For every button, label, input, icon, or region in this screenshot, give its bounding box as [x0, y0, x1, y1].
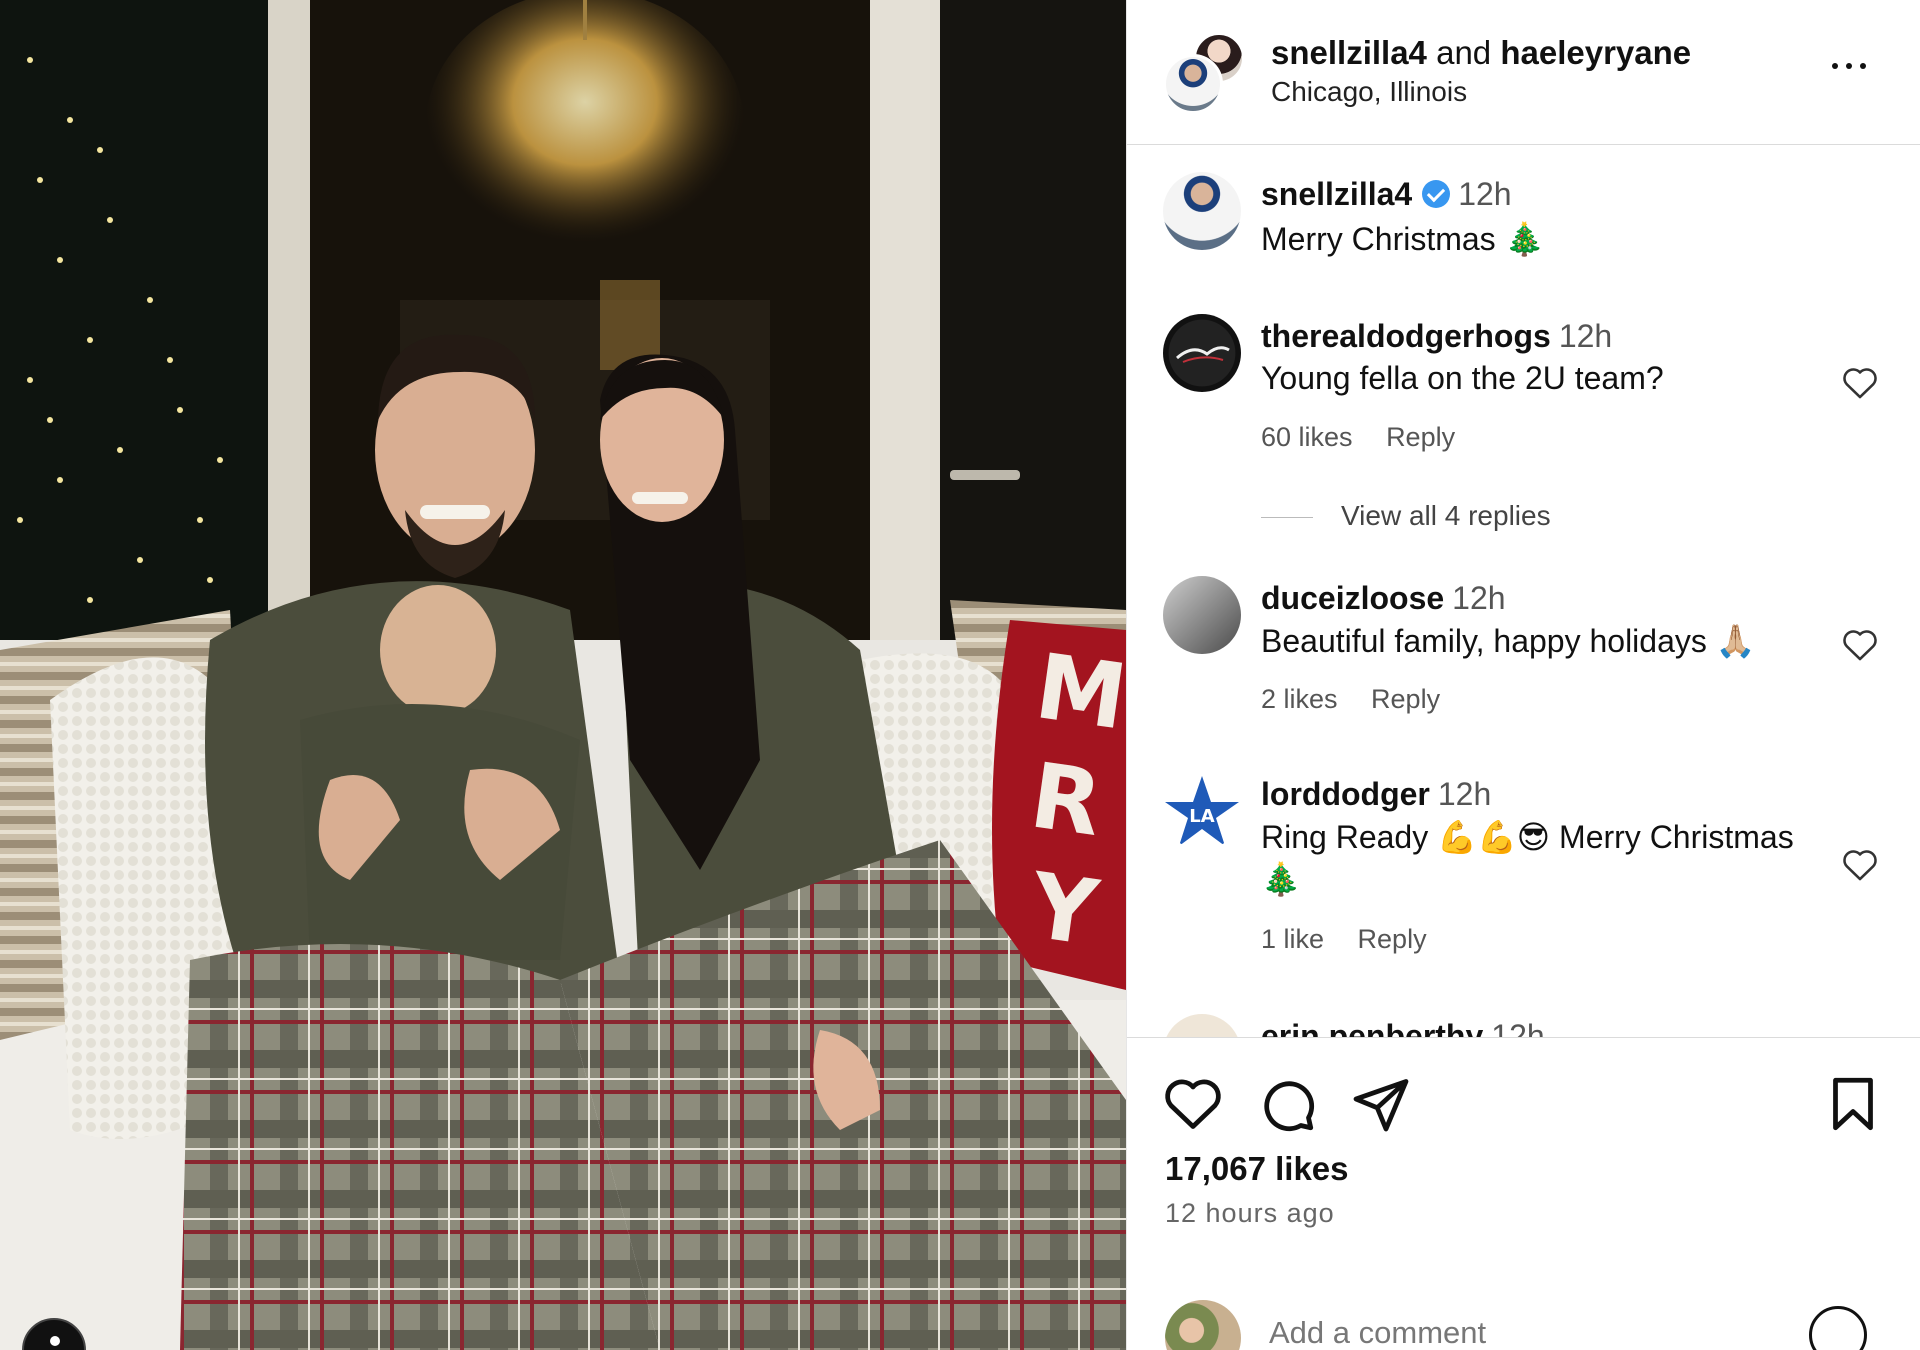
- avatar[interactable]: LA: [1163, 772, 1241, 850]
- post-actions: 17,067 likes 12 hours ago: [1127, 1040, 1920, 1350]
- more-options-icon[interactable]: [1827, 56, 1871, 76]
- comment-username[interactable]: erin.penberthy 12h: [1261, 1018, 1545, 1038]
- comment-username[interactable]: snellzilla4 12h: [1261, 176, 1512, 213]
- la-star-logo-icon: LA: [1165, 776, 1239, 846]
- add-comment-input[interactable]: [1269, 1308, 1709, 1350]
- comment-username[interactable]: duceizloose 12h: [1261, 580, 1506, 617]
- add-comment-row: [1127, 1296, 1920, 1350]
- collab-avatars[interactable]: [1163, 32, 1245, 114]
- avatar[interactable]: [1163, 1014, 1241, 1037]
- comment-likes[interactable]: 2 likes: [1261, 684, 1338, 714]
- comment-username[interactable]: lorddodger 12h: [1261, 776, 1491, 813]
- owners-connector: and: [1436, 34, 1492, 71]
- comment-time: 12h: [1558, 318, 1613, 354]
- svg-text:R: R: [1024, 743, 1107, 857]
- verified-badge-icon: [1422, 179, 1451, 208]
- comment-time: 12h: [1491, 1018, 1545, 1038]
- comment-username[interactable]: therealdodgerhogs 12h: [1261, 318, 1612, 355]
- comment-meta: 2 likes Reply: [1261, 684, 1466, 715]
- avatar[interactable]: [1163, 314, 1241, 392]
- save-bookmark-icon[interactable]: [1823, 1074, 1883, 1134]
- post-sidebar: snellzilla4 and haeleyryane Chicago, Ill…: [1126, 0, 1920, 1350]
- comment-time: 12h: [1452, 580, 1506, 616]
- comment-time: 12h: [1458, 176, 1512, 212]
- owner-username-1[interactable]: snellzilla4: [1271, 34, 1427, 71]
- svg-text:M: M: [1029, 634, 1126, 750]
- post-location[interactable]: Chicago, Illinois: [1271, 76, 1467, 108]
- post-photo[interactable]: M R Y: [0, 0, 1126, 1350]
- view-replies-button[interactable]: View all 4 replies: [1261, 500, 1551, 532]
- share-send-icon[interactable]: [1351, 1074, 1411, 1134]
- avatar: [1165, 1300, 1241, 1350]
- post-header: snellzilla4 and haeleyryane Chicago, Ill…: [1127, 0, 1920, 145]
- comment-time: 12h: [1437, 776, 1492, 812]
- reply-button[interactable]: Reply: [1358, 924, 1427, 954]
- comment-meta: 60 likes Reply: [1261, 422, 1481, 453]
- owner-username-2[interactable]: haeleyryane: [1500, 34, 1691, 71]
- comment-text: Ring Ready 💪💪😎 Merry Christmas: [1261, 819, 1794, 855]
- family-photo-illustration: M R Y: [0, 0, 1126, 1350]
- comment-text-continued: 🎄: [1261, 861, 1301, 897]
- like-heart-icon[interactable]: [1163, 1074, 1223, 1134]
- comment-likes[interactable]: 60 likes: [1261, 422, 1353, 452]
- like-comment-heart-icon[interactable]: [1841, 846, 1879, 882]
- dodger-logo-icon: [1176, 346, 1230, 363]
- caption-text: Merry Christmas 🎄: [1261, 221, 1545, 257]
- post-owners: snellzilla4 and haeleyryane: [1271, 34, 1691, 72]
- comments-list[interactable]: snellzilla4 12h Merry Christmas 🎄 thereal…: [1127, 146, 1920, 1038]
- like-comment-heart-icon[interactable]: [1841, 364, 1879, 400]
- avatar[interactable]: [1163, 172, 1241, 250]
- avatar[interactable]: [1163, 576, 1241, 654]
- post-timestamp: 12 hours ago: [1165, 1198, 1335, 1228]
- comment-likes[interactable]: 1 like: [1261, 924, 1324, 954]
- reply-button[interactable]: Reply: [1371, 684, 1440, 714]
- reply-button[interactable]: Reply: [1386, 422, 1455, 452]
- avatar: [1163, 54, 1223, 114]
- like-comment-heart-icon[interactable]: [1841, 626, 1879, 662]
- emoji-picker-icon[interactable]: [1809, 1306, 1867, 1350]
- comment-text: Young fella on the 2U team?: [1261, 360, 1664, 396]
- comment-meta: 1 like Reply: [1261, 924, 1453, 955]
- comment-text: Beautiful family, happy holidays 🙏🏼: [1261, 623, 1756, 659]
- likes-count[interactable]: 17,067 likes: [1165, 1150, 1349, 1188]
- comment-bubble-icon[interactable]: [1257, 1074, 1317, 1134]
- svg-text:LA: LA: [1189, 806, 1214, 827]
